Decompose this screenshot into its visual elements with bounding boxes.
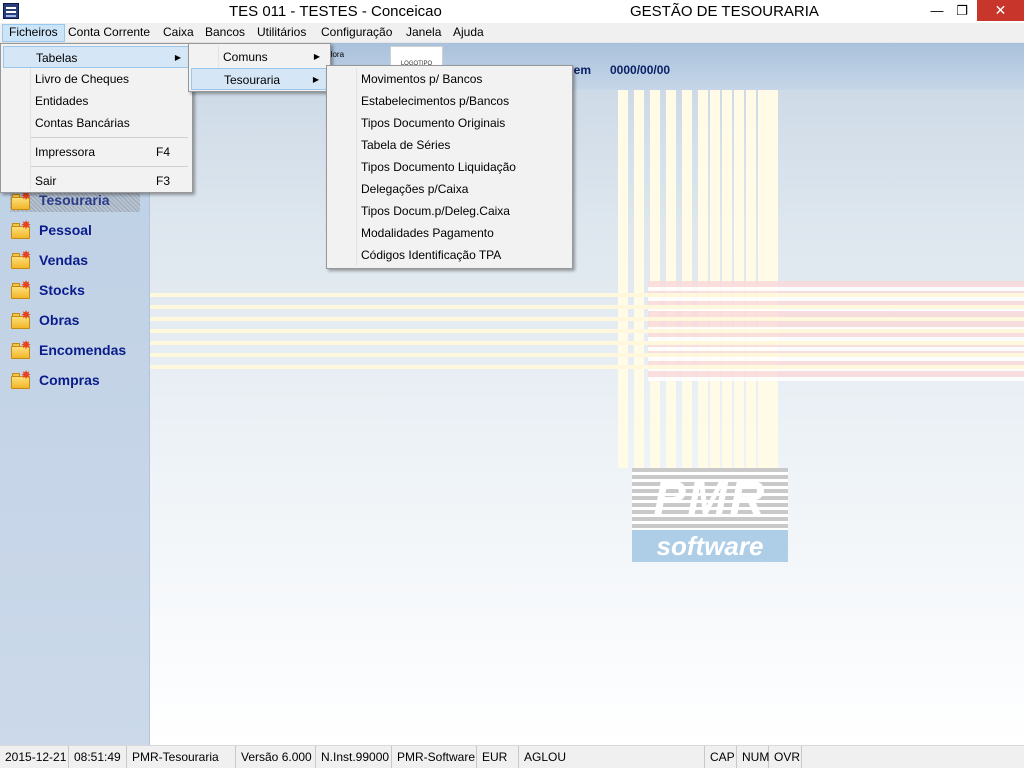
status-version: Versão 6.000	[236, 746, 316, 768]
sidebar-item-label: Tesouraria	[39, 192, 110, 208]
status-caps: CAP	[705, 746, 737, 768]
folder-icon: ✸	[10, 278, 32, 300]
menu-item-tabela-series[interactable]: Tabela de Séries	[329, 134, 570, 156]
menu-item-codigos-identificacao-tpa[interactable]: Códigos Identificação TPA	[329, 244, 570, 266]
sidebar-item-encomendas[interactable]: ✸ Encomendas	[10, 338, 145, 363]
menu-item-movimentos-bancos[interactable]: Movimentos p/ Bancos	[329, 68, 570, 90]
submenu-arrow-icon: ▶	[174, 53, 181, 62]
menu-item-impressora[interactable]: Impressora F4	[3, 141, 190, 163]
menu-item-tesouraria[interactable]: Tesouraria ▶	[191, 68, 328, 90]
close-button[interactable]: ✕	[977, 0, 1024, 21]
app-name: GESTÃO DE TESOURARIA	[630, 3, 819, 20]
status-user: AGLOU	[519, 746, 705, 768]
menu-bar: Ficheiros Conta Corrente Caixa Bancos Ut…	[0, 23, 1024, 43]
pmr-logo-tagline: software	[632, 530, 788, 562]
menu-item-comuns[interactable]: Comuns ▶	[191, 46, 328, 68]
app-icon[interactable]	[3, 3, 19, 19]
sidebar-item-pessoal[interactable]: ✸ Pessoal	[10, 218, 145, 243]
folder-icon: ✸	[10, 189, 32, 211]
menu-item-livro-de-cheques[interactable]: Livro de Cheques	[3, 68, 190, 90]
restore-button[interactable]: ❐	[947, 0, 977, 21]
header-date-value: 0000/00/00	[610, 63, 671, 77]
submenu-arrow-icon: ▶	[313, 52, 320, 61]
status-num: NUM	[737, 746, 769, 768]
menu-utilitarios[interactable]: Utilitários	[251, 24, 312, 42]
menu-item-sair[interactable]: Sair F3	[3, 170, 190, 192]
window-title: TES 011 - TESTES - Conceicao	[229, 3, 442, 20]
sidebar-item-stocks[interactable]: ✸ Stocks	[10, 278, 145, 303]
sidebar-item-label: Pessoal	[39, 222, 92, 238]
pmr-logo-brand: PMR	[632, 468, 788, 530]
menu-item-tipos-docum-deleg-caixa[interactable]: Tipos Docum.p/Deleg.Caixa	[329, 200, 570, 222]
menu-item-entidades[interactable]: Entidades	[3, 90, 190, 112]
sidebar-item-label: Encomendas	[39, 342, 127, 358]
menu-item-tipos-documento-originais[interactable]: Tipos Documento Originais	[329, 112, 570, 134]
menu-item-delegacoes-caixa[interactable]: Delegações p/Caixa	[329, 178, 570, 200]
menu-ficheiros[interactable]: Ficheiros	[2, 24, 65, 42]
status-bar: 2015-12-21 08:51:49 PMR-Tesouraria Versã…	[0, 745, 1024, 768]
sidebar-item-vendas[interactable]: ✸ Vendas	[10, 248, 145, 273]
menu-janela[interactable]: Janela	[400, 24, 447, 42]
folder-icon: ✸	[10, 368, 32, 390]
menu-bancos[interactable]: Bancos	[199, 24, 251, 42]
status-time: 08:51:49	[69, 746, 127, 768]
status-ovr: OVR	[769, 746, 802, 768]
tabelas-submenu: Comuns ▶ Tesouraria ▶	[188, 43, 331, 92]
menu-item-contas-bancarias[interactable]: Contas Bancárias	[3, 112, 190, 134]
folder-icon: ✸	[10, 308, 32, 330]
menu-item-estabelecimentos-bancos[interactable]: Estabelecimentos p/Bancos	[329, 90, 570, 112]
ficheiros-menu: Tabelas ▶ Livro de Cheques Entidades Con…	[0, 43, 193, 193]
status-vendor: PMR-Software	[392, 746, 477, 768]
sidebar-item-label: Obras	[39, 312, 80, 328]
shortcut-label: F3	[155, 174, 170, 188]
menu-separator	[31, 137, 188, 138]
shortcut-label: F4	[155, 145, 170, 159]
folder-icon: ✸	[10, 338, 32, 360]
menu-configuracao[interactable]: Configuração	[315, 24, 398, 42]
menu-item-tabelas[interactable]: Tabelas ▶	[3, 46, 190, 68]
status-date: 2015-12-21	[0, 746, 69, 768]
menu-caixa[interactable]: Caixa	[157, 24, 200, 42]
title-bar: TES 011 - TESTES - Conceicao GESTÃO DE T…	[0, 0, 1024, 23]
sidebar-item-label: Stocks	[39, 282, 85, 298]
sidebar-item-label: Compras	[39, 372, 100, 388]
folder-icon: ✸	[10, 248, 32, 270]
status-instance: N.Inst.99000	[316, 746, 392, 768]
pmr-software-logo: PMR software	[632, 468, 788, 563]
submenu-arrow-icon: ▶	[312, 75, 319, 84]
menu-separator	[31, 166, 188, 167]
menu-conta-corrente[interactable]: Conta Corrente	[62, 24, 156, 42]
tesouraria-submenu: Movimentos p/ Bancos Estabelecimentos p/…	[326, 65, 573, 269]
sidebar-item-tesouraria[interactable]: ✸ Tesouraria	[10, 189, 140, 212]
workspace: dora LOGOTIPO ca em 0000/00/00 PMR softw…	[150, 43, 1024, 745]
folder-icon: ✸	[10, 218, 32, 240]
menu-item-tipos-documento-liquidacao[interactable]: Tipos Documento Liquidação	[329, 156, 570, 178]
status-module: PMR-Tesouraria	[127, 746, 236, 768]
sidebar-item-compras[interactable]: ✸ Compras	[10, 368, 145, 393]
status-currency: EUR	[477, 746, 519, 768]
sidebar-item-obras[interactable]: ✸ Obras	[10, 308, 145, 333]
menu-ajuda[interactable]: Ajuda	[447, 24, 490, 42]
sidebar-item-label: Vendas	[39, 252, 89, 268]
menu-item-modalidades-pagamento[interactable]: Modalidades Pagamento	[329, 222, 570, 244]
